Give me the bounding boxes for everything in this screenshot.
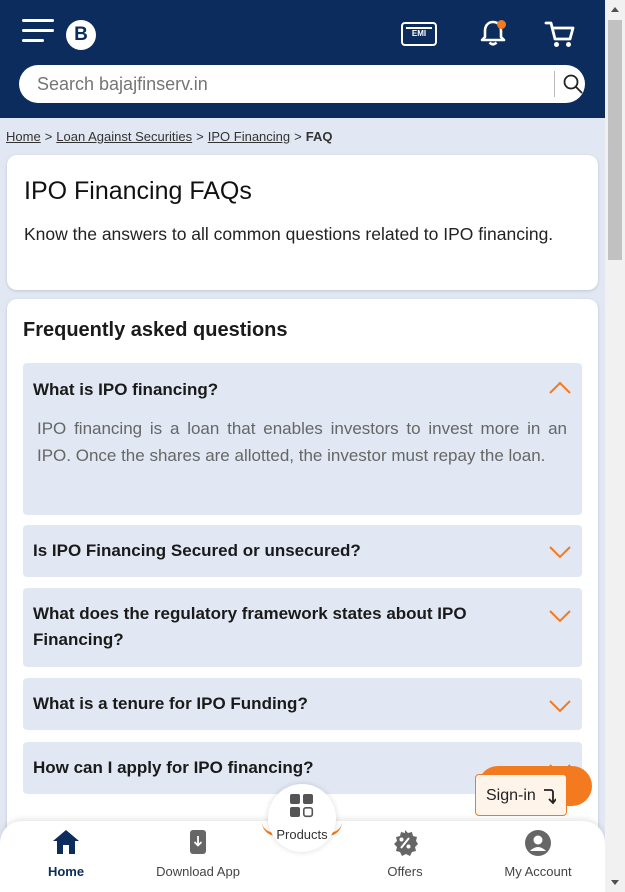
- chevron-down-icon: [549, 610, 571, 623]
- nav-products[interactable]: Products: [268, 784, 336, 852]
- breadcrumb-ipo-financing[interactable]: IPO Financing: [208, 129, 290, 144]
- curved-arrow-icon: [544, 789, 556, 805]
- nav-download-app[interactable]: Download App: [143, 821, 253, 892]
- faq-item-expanded[interactable]: What is IPO financing? IPO financing is …: [23, 363, 582, 515]
- emi-calculator-icon[interactable]: EMI: [401, 22, 437, 46]
- nav-my-account-label: My Account: [504, 864, 572, 879]
- faq-card: Frequently asked questions What is IPO f…: [7, 299, 598, 839]
- hamburger-menu-icon[interactable]: [22, 19, 55, 45]
- search-divider: [554, 71, 555, 97]
- nav-home[interactable]: Home: [11, 821, 121, 892]
- faq-question: What is a tenure for IPO Funding?: [33, 694, 308, 713]
- search-icon[interactable]: [563, 74, 583, 94]
- offers-icon: [394, 830, 418, 856]
- faq-question: How can I apply for IPO financing?: [33, 758, 314, 777]
- nav-offers-label: Offers: [387, 864, 423, 879]
- breadcrumb: Home > Loan Against Securities > IPO Financi…: [6, 129, 333, 144]
- chevron-down-icon: [549, 700, 571, 713]
- bajaj-logo[interactable]: B: [66, 20, 96, 50]
- faq-item[interactable]: What is a tenure for IPO Funding?: [23, 678, 582, 730]
- search-bar: [19, 65, 585, 103]
- faq-question: Is IPO Financing Secured or unsecured?: [33, 541, 361, 560]
- chevron-up-icon: [549, 381, 571, 394]
- breadcrumb-loan-against-securities[interactable]: Loan Against Securities: [56, 129, 192, 144]
- notification-bell-icon[interactable]: [478, 18, 508, 48]
- nav-offers[interactable]: Offers: [350, 821, 460, 892]
- nav-home-label: Home: [47, 864, 85, 879]
- signin-label: Sign-in: [486, 787, 536, 804]
- download-app-icon: [190, 830, 206, 854]
- page-scrollbar[interactable]: [605, 0, 625, 892]
- page-description: Know the answers to all common questions…: [24, 224, 554, 244]
- chevron-down-icon: [549, 546, 571, 559]
- notification-dot: [497, 20, 506, 29]
- faq-item[interactable]: Is IPO Financing Secured or unsecured?: [23, 525, 582, 577]
- scroll-down-arrow-icon[interactable]: [611, 880, 619, 885]
- scroll-up-arrow-icon[interactable]: [611, 7, 619, 12]
- breadcrumb-current: FAQ: [305, 129, 333, 144]
- account-icon: [525, 830, 551, 856]
- faq-question: What is IPO financing?: [33, 380, 219, 399]
- page-title: IPO Financing FAQs: [24, 177, 252, 205]
- faq-heading: Frequently asked questions: [23, 319, 288, 341]
- signin-button[interactable]: Sign-in: [475, 774, 567, 816]
- scroll-thumb[interactable]: [608, 20, 622, 260]
- nav-download-app-label: Download App: [156, 864, 240, 879]
- search-input[interactable]: [37, 65, 537, 103]
- products-grid-icon: [290, 794, 314, 818]
- intro-card: IPO Financing FAQs Know the answers to a…: [7, 155, 598, 290]
- cart-icon[interactable]: [544, 18, 576, 50]
- breadcrumb-home[interactable]: Home: [6, 129, 41, 144]
- nav-products-label: Products: [276, 827, 328, 842]
- header: B EMI: [0, 0, 605, 118]
- home-icon: [53, 830, 79, 854]
- faq-item[interactable]: What does the regulatory framework state…: [23, 588, 582, 667]
- faq-answer: IPO financing is a loan that enables inv…: [37, 419, 567, 465]
- faq-question: What does the regulatory framework state…: [33, 604, 467, 649]
- nav-my-account[interactable]: My Account: [483, 821, 593, 892]
